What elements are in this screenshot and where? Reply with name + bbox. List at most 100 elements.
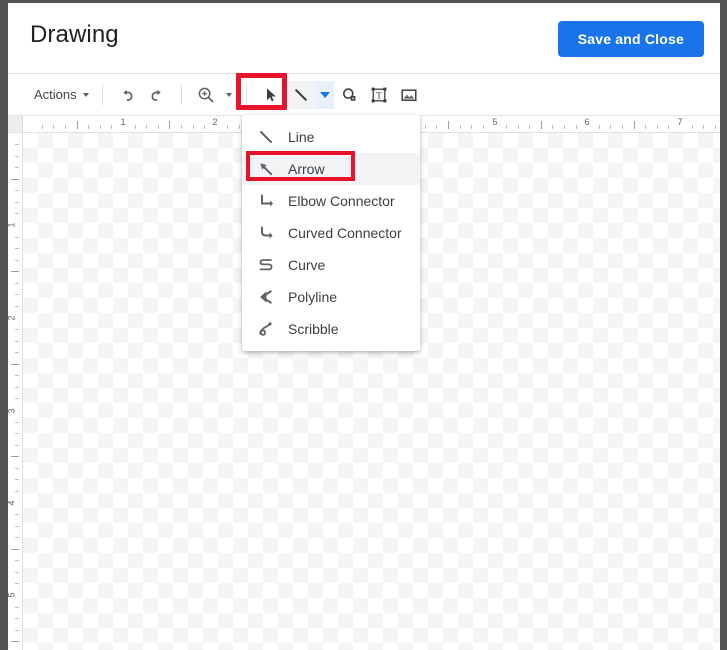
ruler-label: 1 [8, 222, 17, 227]
ruler-label: 5 [492, 117, 498, 127]
menu-item-curved-connector[interactable]: Curved Connector [242, 217, 420, 249]
undo-icon [122, 89, 133, 101]
actions-menu-button[interactable]: Actions [30, 82, 93, 108]
polyline-icon [256, 287, 276, 307]
ruler-tick [157, 125, 159, 129]
ruler-tick [15, 444, 19, 446]
ruler-tick [15, 144, 19, 146]
ruler-tick [540, 121, 542, 129]
ruler-tick [15, 479, 19, 481]
shape-button[interactable] [335, 81, 363, 109]
ruler-label: 2 [8, 315, 17, 320]
ruler-tick [15, 248, 19, 250]
select-button[interactable] [257, 81, 285, 109]
line-tool-group [285, 80, 334, 109]
ruler-tick [15, 421, 19, 423]
ruler-tick [15, 259, 19, 261]
undo-button[interactable] [113, 81, 141, 109]
ruler-tick [436, 125, 438, 129]
vertical-ruler[interactable]: 1 2 3 4 5 [8, 133, 23, 650]
ruler-tick [99, 125, 101, 129]
menu-item-label: Line [288, 129, 315, 145]
menu-item-arrow[interactable]: Arrow [242, 153, 420, 185]
cursor-arrow-icon [266, 87, 276, 101]
page-title: Drawing [30, 21, 119, 48]
ruler-corner [8, 116, 23, 132]
redo-button[interactable] [143, 81, 171, 109]
ruler-tick [181, 125, 183, 129]
ruler-tick [15, 329, 19, 331]
ruler-tick [15, 433, 19, 435]
menu-item-label: Elbow Connector [288, 193, 395, 209]
ruler-label: 1 [120, 117, 126, 127]
ruler-label: 2 [212, 117, 218, 127]
ruler-tick [645, 125, 647, 129]
ruler-tick [668, 125, 670, 129]
ruler-tick [11, 548, 19, 550]
ruler-tick [471, 125, 473, 129]
ruler-tick [204, 125, 206, 129]
ruler-tick [15, 490, 19, 492]
ruler-tick [598, 125, 600, 129]
text-box-icon: T [371, 87, 387, 102]
ruler-tick [15, 375, 19, 377]
ruler-label: 5 [8, 592, 17, 597]
dialog-header: Drawing Save and Close [8, 3, 720, 74]
ruler-tick [239, 125, 241, 129]
scribble-icon [256, 319, 276, 339]
menu-item-scribble[interactable]: Scribble [242, 313, 420, 345]
textbox-button[interactable]: T [365, 81, 393, 109]
chevron-down-icon [225, 92, 232, 97]
menu-item-line[interactable]: Line [242, 121, 420, 153]
ruler-tick [656, 125, 658, 129]
ruler-tick [15, 398, 19, 400]
line-icon [294, 88, 307, 101]
menu-item-label: Curve [288, 257, 326, 273]
arrow-icon [256, 159, 276, 179]
menu-item-elbow-connector[interactable]: Elbow Connector [242, 185, 420, 217]
image-button[interactable] [395, 81, 423, 109]
ruler-tick [459, 125, 461, 129]
ruler-tick [76, 121, 78, 129]
menu-item-label: Polyline [288, 289, 338, 305]
line-dropdown-button[interactable] [315, 80, 334, 109]
ruler-tick [563, 125, 565, 129]
ruler-tick [15, 629, 19, 631]
ruler-tick [15, 201, 19, 203]
elbow-connector-icon [256, 191, 276, 211]
ruler-tick [15, 340, 19, 342]
zoom-dropdown-button[interactable] [222, 81, 236, 109]
ruler-tick [15, 386, 19, 388]
ruler-tick [88, 125, 90, 129]
toolbar: Actions T [8, 74, 720, 116]
ruler-tick [11, 363, 19, 365]
ruler-tick [169, 121, 171, 129]
ruler-tick [64, 125, 66, 129]
ruler-tick [552, 125, 554, 129]
zoom-button[interactable] [192, 81, 220, 109]
menu-item-label: Arrow [288, 161, 325, 177]
ruler-tick [610, 125, 612, 129]
line-button[interactable] [285, 80, 316, 109]
ruler-tick [15, 352, 19, 354]
ruler-tick [15, 167, 19, 169]
menu-item-curve[interactable]: Curve [242, 249, 420, 281]
ruler-tick [691, 125, 693, 129]
ruler-tick [15, 155, 19, 157]
menu-item-polyline[interactable]: Polyline [242, 281, 420, 313]
zoom-in-icon [198, 87, 214, 102]
ruler-tick [15, 236, 19, 238]
ruler-tick [15, 560, 19, 562]
toolbar-divider [180, 84, 182, 105]
ruler-tick [447, 121, 449, 129]
ruler-tick [146, 125, 148, 129]
ruler-tick [134, 125, 136, 129]
ruler-tick [192, 125, 194, 129]
ruler-tick [11, 456, 19, 458]
ruler-tick [575, 125, 577, 129]
save-and-close-button[interactable]: Save and Close [557, 21, 704, 57]
app-frame: Drawing Save and Close Actions T 1 2 5 6… [0, 0, 727, 650]
ruler-tick [621, 125, 623, 129]
drawing-dialog: Drawing Save and Close Actions T 1 2 5 6… [8, 3, 720, 650]
ruler-tick [15, 525, 19, 527]
